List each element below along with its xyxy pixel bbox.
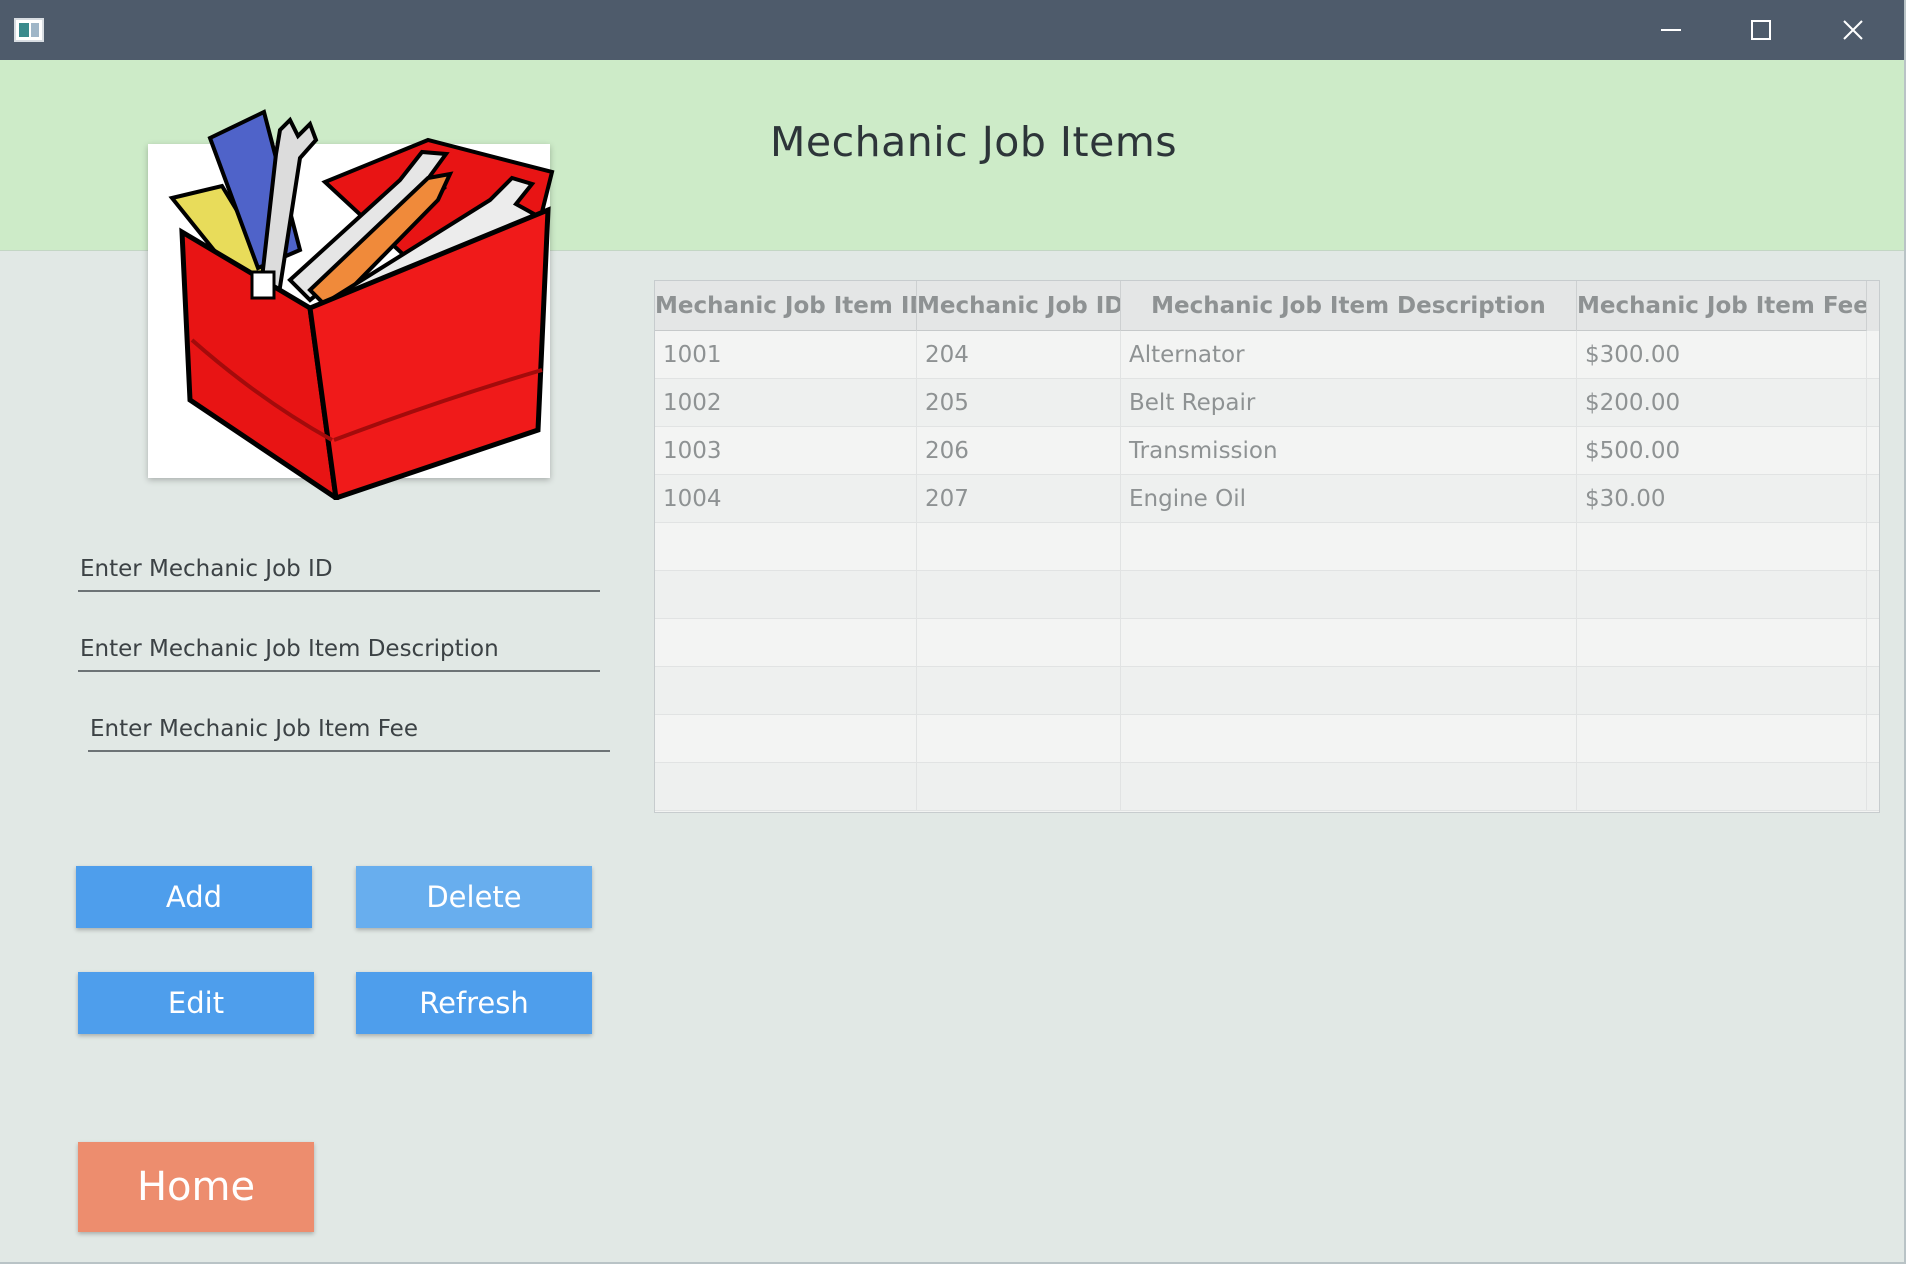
column-header-fee[interactable]: Mechanic Job Item Fee — [1577, 281, 1867, 331]
cell-job-id: 204 — [917, 331, 1121, 379]
cell-description: Belt Repair — [1121, 379, 1577, 427]
close-button[interactable] — [1808, 0, 1898, 60]
empty-row — [655, 523, 1879, 571]
empty-row — [655, 715, 1879, 763]
cell-job-id: 206 — [917, 427, 1121, 475]
maximize-button[interactable] — [1716, 0, 1806, 60]
cell-fee: $300.00 — [1577, 331, 1867, 379]
cell-item-id: 1003 — [655, 427, 917, 475]
app-window: Mechanic Job Items Add Delete Edit Refre… — [0, 0, 1906, 1264]
empty-row — [655, 619, 1879, 667]
empty-row — [655, 571, 1879, 619]
minimize-button[interactable] — [1626, 0, 1716, 60]
minimize-icon — [1661, 29, 1681, 31]
cell-fee: $30.00 — [1577, 475, 1867, 523]
description-input[interactable] — [78, 606, 600, 670]
cell-description: Engine Oil — [1121, 475, 1577, 523]
refresh-button[interactable]: Refresh — [356, 972, 592, 1034]
column-header-description[interactable]: Mechanic Job Item Description — [1121, 281, 1577, 331]
edit-button[interactable]: Edit — [78, 972, 314, 1034]
app-icon[interactable] — [14, 18, 44, 42]
cell-description: Alternator — [1121, 331, 1577, 379]
cell-fee: $200.00 — [1577, 379, 1867, 427]
column-header-item-id[interactable]: Mechanic Job Item ID — [655, 281, 917, 331]
title-bar[interactable] — [0, 0, 1904, 60]
maximize-icon — [1751, 20, 1771, 40]
page-title: Mechanic Job Items — [770, 118, 1178, 166]
cell-fee: $500.00 — [1577, 427, 1867, 475]
add-button[interactable]: Add — [76, 866, 312, 928]
table-row[interactable]: 1004 207 Engine Oil $30.00 — [655, 475, 1879, 523]
description-field[interactable] — [78, 606, 600, 672]
delete-button[interactable]: Delete — [356, 866, 592, 928]
empty-row — [655, 763, 1879, 811]
cell-job-id: 205 — [917, 379, 1121, 427]
cell-description: Transmission — [1121, 427, 1577, 475]
cell-item-id: 1004 — [655, 475, 917, 523]
empty-row — [655, 667, 1879, 715]
close-icon — [1843, 20, 1863, 40]
toolbox-logo — [168, 109, 555, 500]
column-header-job-id[interactable]: Mechanic Job ID — [917, 281, 1121, 331]
cell-item-id: 1001 — [655, 331, 917, 379]
fee-input[interactable] — [88, 686, 610, 750]
table-row[interactable]: 1001 204 Alternator $300.00 — [655, 331, 1879, 379]
job-items-table[interactable]: Mechanic Job Item ID Mechanic Job ID Mec… — [654, 280, 1880, 813]
table-row[interactable]: 1002 205 Belt Repair $200.00 — [655, 379, 1879, 427]
fee-field[interactable] — [88, 686, 610, 752]
job-id-input[interactable] — [78, 526, 600, 590]
table-header: Mechanic Job Item ID Mechanic Job ID Mec… — [655, 281, 1879, 331]
header-filler — [1867, 281, 1879, 331]
home-button[interactable]: Home — [78, 1142, 314, 1232]
cell-job-id: 207 — [917, 475, 1121, 523]
table-row[interactable]: 1003 206 Transmission $500.00 — [655, 427, 1879, 475]
cell-item-id: 1002 — [655, 379, 917, 427]
job-id-field[interactable] — [78, 526, 600, 592]
